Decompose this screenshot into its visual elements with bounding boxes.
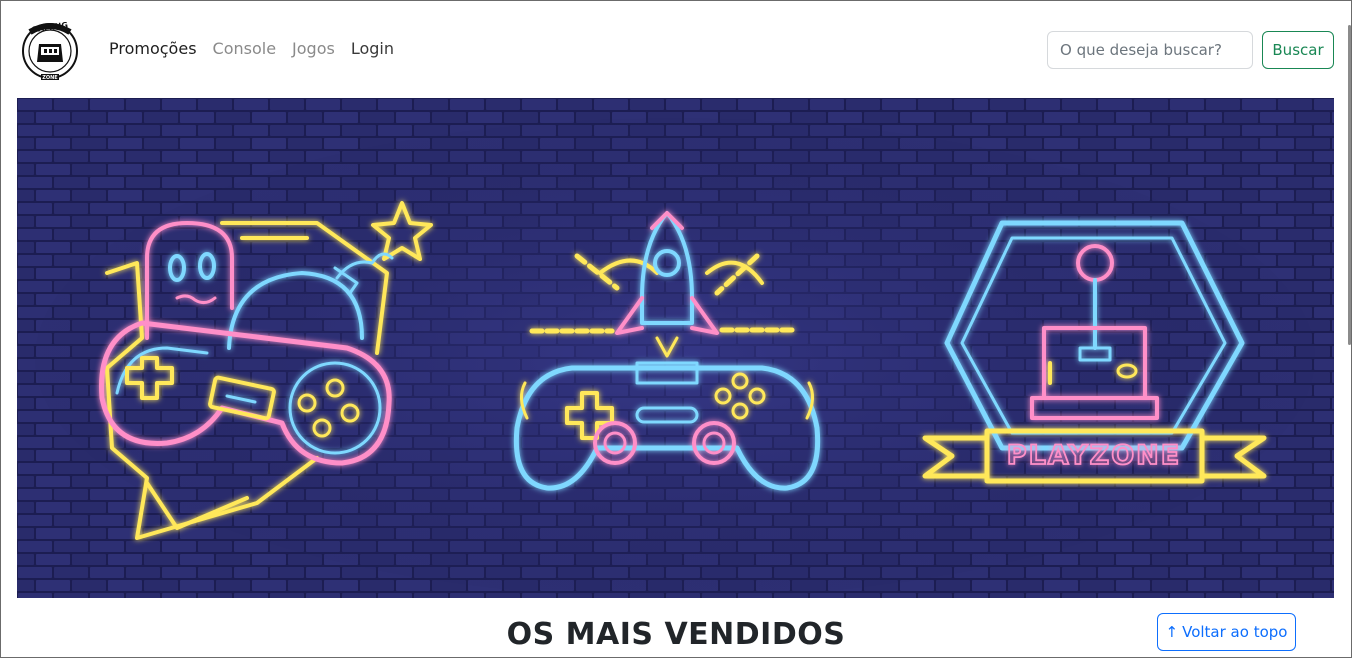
nav-link-promocoes[interactable]: Promoções [109,39,197,58]
section-title: OS MAIS VENDIDOS [506,617,846,652]
nav-link-login[interactable]: Login [351,39,394,58]
back-to-top-label: Voltar ao topo [1182,623,1288,641]
scroll-thumb[interactable] [1348,25,1351,345]
browser-window: GAMING ZONE Promoções Console Jogos Logi… [0,0,1352,658]
nav-link-console[interactable]: Console [213,39,277,58]
hero-banner: PLAYZONE [17,98,1334,598]
nav-link-jogos[interactable]: Jogos [292,39,335,58]
arrow-up-icon: ↑ [1165,623,1179,641]
neon-gaming-banner-image: PLAYZONE [17,98,1334,598]
navbar: GAMING ZONE Promoções Console Jogos Logi… [1,1,1351,97]
search-button[interactable]: Buscar [1262,31,1334,69]
gaming-zone-logo-icon: GAMING ZONE [22,20,78,81]
logo[interactable]: GAMING ZONE [20,18,80,82]
scrollbar[interactable] [1347,1,1351,657]
svg-text:ZONE: ZONE [42,75,58,81]
search-input[interactable] [1047,31,1253,69]
back-to-top-button[interactable]: ↑ Voltar ao topo [1157,613,1296,651]
playzone-sign-text: PLAYZONE [1007,440,1181,471]
nav-links: Promoções Console Jogos Login [109,39,394,58]
